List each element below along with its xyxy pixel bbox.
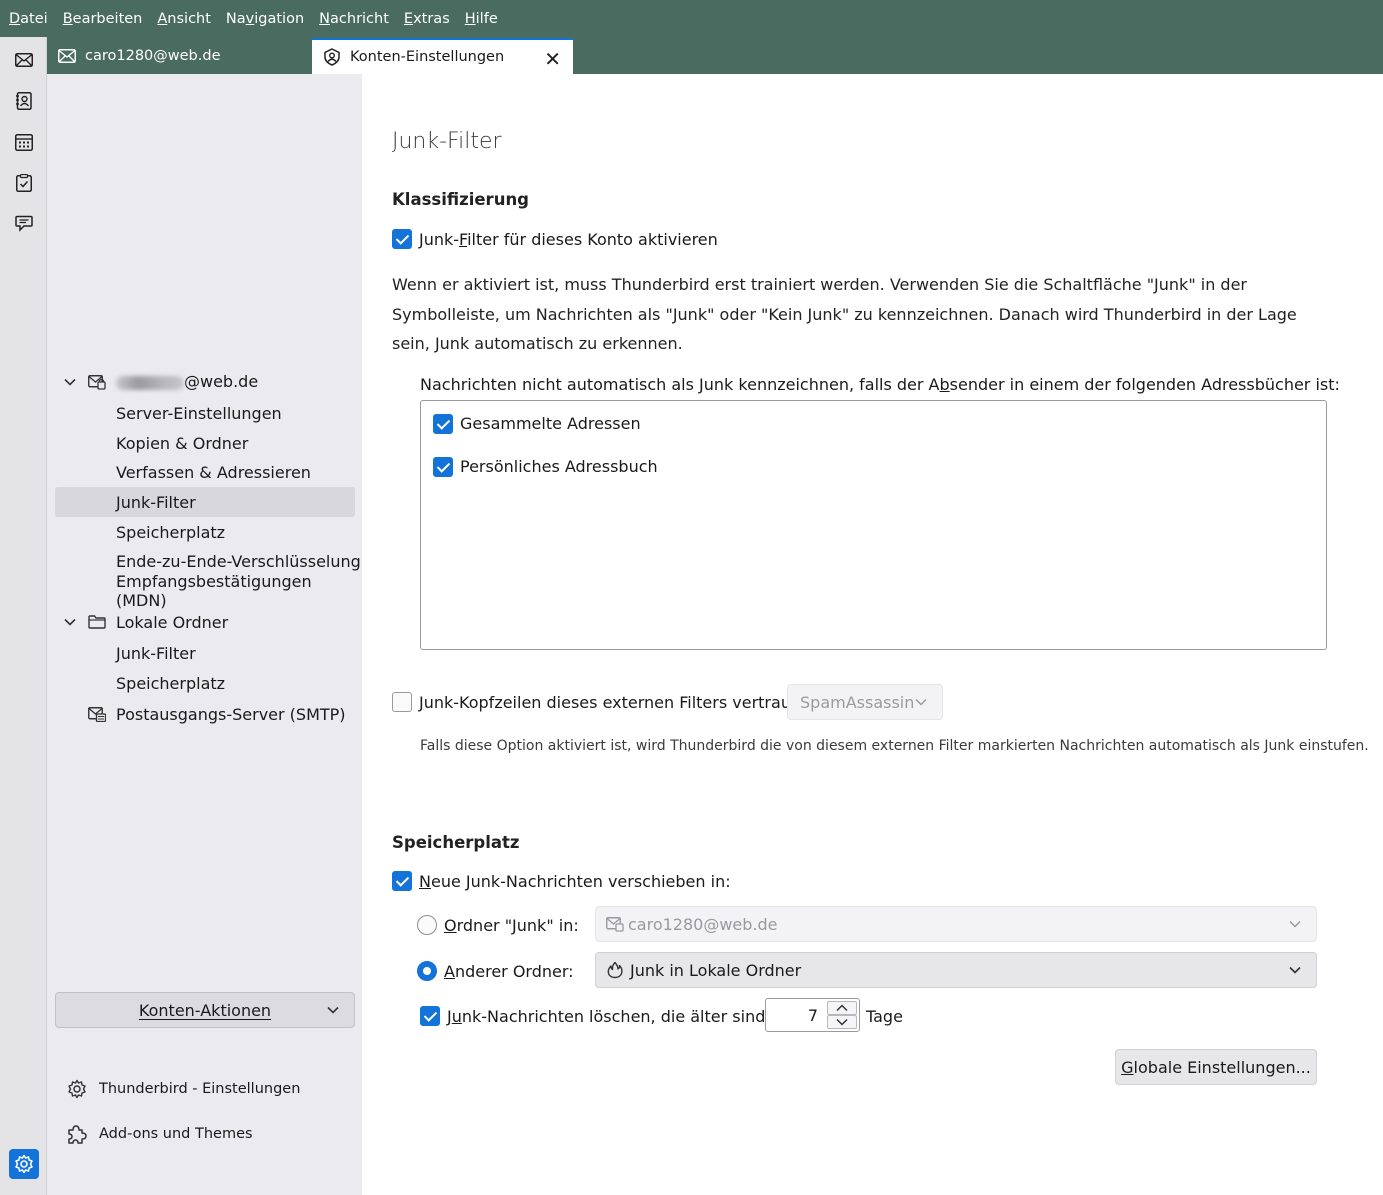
junk-folder-radio-label[interactable]: Ordner "Junk" in:: [444, 916, 579, 935]
addressbook-label-personal[interactable]: Persönliches Adressbuch: [460, 457, 658, 476]
chevron-down-icon: [836, 1018, 848, 1026]
gear-icon: [15, 1154, 33, 1174]
addressbook-whitelist-list[interactable]: Gesammelte Adressen Persönliches Adressb…: [420, 400, 1327, 650]
tree-item-local-disk-space[interactable]: Speicherplatz: [47, 668, 362, 698]
envelope-icon: [15, 53, 33, 67]
outgoing-server-icon: [88, 707, 106, 722]
calendar-space-button[interactable]: [11, 129, 37, 155]
tree-item-composition[interactable]: Verfassen & Adressieren: [47, 457, 362, 487]
addressbook-checkbox-personal[interactable]: [433, 457, 453, 477]
junk-folder-icon: [607, 961, 623, 979]
account-tree-pane: @web.de Server-Einstellungen Kopien & Or…: [47, 74, 362, 1195]
account-name: @web.de: [116, 372, 258, 391]
purge-days-unit: Tage: [866, 1007, 903, 1026]
chevron-down-icon: [327, 1006, 339, 1014]
tab-account-settings[interactable]: Konten-Einstellungen ✕: [312, 38, 573, 74]
chat-space-button[interactable]: [11, 211, 37, 237]
purge-junk-label[interactable]: Junk-Nachrichten löschen, die älter sind…: [447, 1007, 793, 1026]
menu-extras[interactable]: Extras: [404, 11, 450, 27]
tree-item-server-settings[interactable]: Server-Einstellungen: [47, 398, 362, 428]
tasks-icon: [16, 174, 32, 192]
addressbook-checkbox-collected[interactable]: [433, 414, 453, 434]
mail-account-icon: [606, 917, 624, 932]
junk-folder-account-select[interactable]: caro1280@web.de: [595, 906, 1317, 942]
menu-bar: Datei Bearbeiten Ansicht Navigation Nach…: [0, 0, 1383, 37]
move-junk-label[interactable]: Neue Junk-Nachrichten verschieben in:: [419, 872, 731, 891]
enable-junk-checkbox[interactable]: [392, 229, 412, 249]
trust-headers-label[interactable]: Junk-Kopfzeilen dieses externen Filters …: [419, 693, 816, 712]
global-settings-button[interactable]: Globale Einstellungen...: [1115, 1049, 1317, 1085]
account-actions-label: Konten-Aktionen: [138, 1000, 272, 1020]
addons-themes-link[interactable]: Add-ons und Themes: [65, 1121, 253, 1147]
chevron-down-icon: [915, 698, 927, 706]
folder-icon: [88, 615, 106, 629]
account-row-local-folders[interactable]: Lokale Ordner: [47, 607, 362, 637]
account-row-webde[interactable]: @web.de: [47, 367, 362, 397]
menu-navigation[interactable]: Navigation: [226, 11, 304, 27]
tree-item-local-junk-filter[interactable]: Junk-Filter: [47, 638, 362, 668]
other-folder-radio-label[interactable]: Anderer Ordner:: [444, 962, 574, 981]
other-folder-select[interactable]: Junk in Lokale Ordner: [595, 952, 1317, 988]
page-title: Junk-Filter: [392, 129, 502, 154]
tree-item-junk-filter[interactable]: Junk-Filter: [55, 487, 355, 517]
close-icon[interactable]: ✕: [544, 47, 561, 71]
enable-junk-label[interactable]: Junk-Filter für dieses Konto aktivieren: [419, 230, 718, 249]
mail-space-button[interactable]: [11, 47, 37, 73]
junk-description: Wenn er aktiviert ist, muss Thunderbird …: [392, 275, 1297, 353]
stepper-down-button[interactable]: [827, 1015, 857, 1029]
menu-ansicht[interactable]: Ansicht: [157, 11, 211, 27]
envelope-icon: [57, 46, 77, 66]
addressbook-label-collected[interactable]: Gesammelte Adressen: [460, 414, 641, 433]
thunderbird-settings-link[interactable]: Thunderbird - Einstellungen: [65, 1076, 300, 1102]
junk-settings-panel: Junk-Filter Klassifizierung Junk-Filter …: [362, 74, 1383, 1195]
chevron-down-icon[interactable]: [63, 375, 77, 389]
puzzle-icon: [65, 1122, 89, 1146]
trust-headers-note: Falls diese Option aktiviert ist, wird T…: [420, 738, 1369, 754]
tree-item-smtp[interactable]: Postausgangs-Server (SMTP): [47, 699, 362, 729]
account-actions-button[interactable]: Konten-Aktionen: [55, 992, 355, 1028]
trust-headers-checkbox[interactable]: [392, 692, 412, 712]
tree-item-disk-space[interactable]: Speicherplatz: [47, 517, 362, 547]
settings-space-button[interactable]: [9, 1149, 39, 1179]
other-folder-radio[interactable]: [417, 961, 437, 981]
menu-nachricht[interactable]: Nachricht: [319, 11, 389, 27]
chevron-up-icon: [836, 1004, 848, 1012]
mail-account-icon: [88, 375, 106, 390]
purge-days-value[interactable]: 7: [766, 1006, 818, 1025]
whitelist-label: Nachrichten nicht automatisch als Junk k…: [420, 375, 1340, 394]
gear-icon: [65, 1077, 89, 1101]
stepper-up-button[interactable]: [827, 1001, 857, 1015]
chat-icon: [15, 215, 33, 232]
trust-headers-select[interactable]: SpamAssassin: [787, 684, 943, 720]
tab-mail-label: caro1280@web.de: [85, 48, 221, 64]
redacted-username: [116, 375, 184, 390]
tab-mail[interactable]: caro1280@web.de: [57, 38, 307, 74]
junk-folder-radio[interactable]: [417, 915, 437, 935]
spaces-toolbar: [0, 37, 47, 1195]
tab-account-settings-label: Konten-Einstellungen: [350, 49, 505, 65]
addressbook-space-button[interactable]: [11, 88, 37, 114]
account-settings-icon: [322, 47, 342, 67]
purge-days-stepper[interactable]: 7: [765, 998, 860, 1032]
tree-item-copies-folders[interactable]: Kopien & Ordner: [47, 428, 362, 458]
chevron-down-icon: [1289, 966, 1301, 974]
menu-hilfe[interactable]: Hilfe: [465, 11, 498, 27]
section-storage-heading: Speicherplatz: [392, 833, 520, 852]
calendar-icon: [15, 134, 33, 151]
move-junk-checkbox[interactable]: [392, 871, 412, 891]
chevron-down-icon: [1289, 920, 1301, 928]
menu-datei[interactable]: Datei: [9, 11, 48, 27]
chevron-down-icon[interactable]: [63, 615, 77, 629]
tasks-space-button[interactable]: [11, 170, 37, 196]
section-classification-heading: Klassifizierung: [392, 190, 529, 209]
menu-bearbeiten[interactable]: Bearbeiten: [63, 11, 143, 27]
purge-junk-checkbox[interactable]: [420, 1006, 440, 1026]
tab-strip: caro1280@web.de Konten-Einstellungen ✕: [47, 37, 1383, 74]
addressbook-icon: [16, 92, 32, 110]
tree-item-return-receipts[interactable]: Empfangsbestätigungen (MDN): [47, 572, 362, 610]
